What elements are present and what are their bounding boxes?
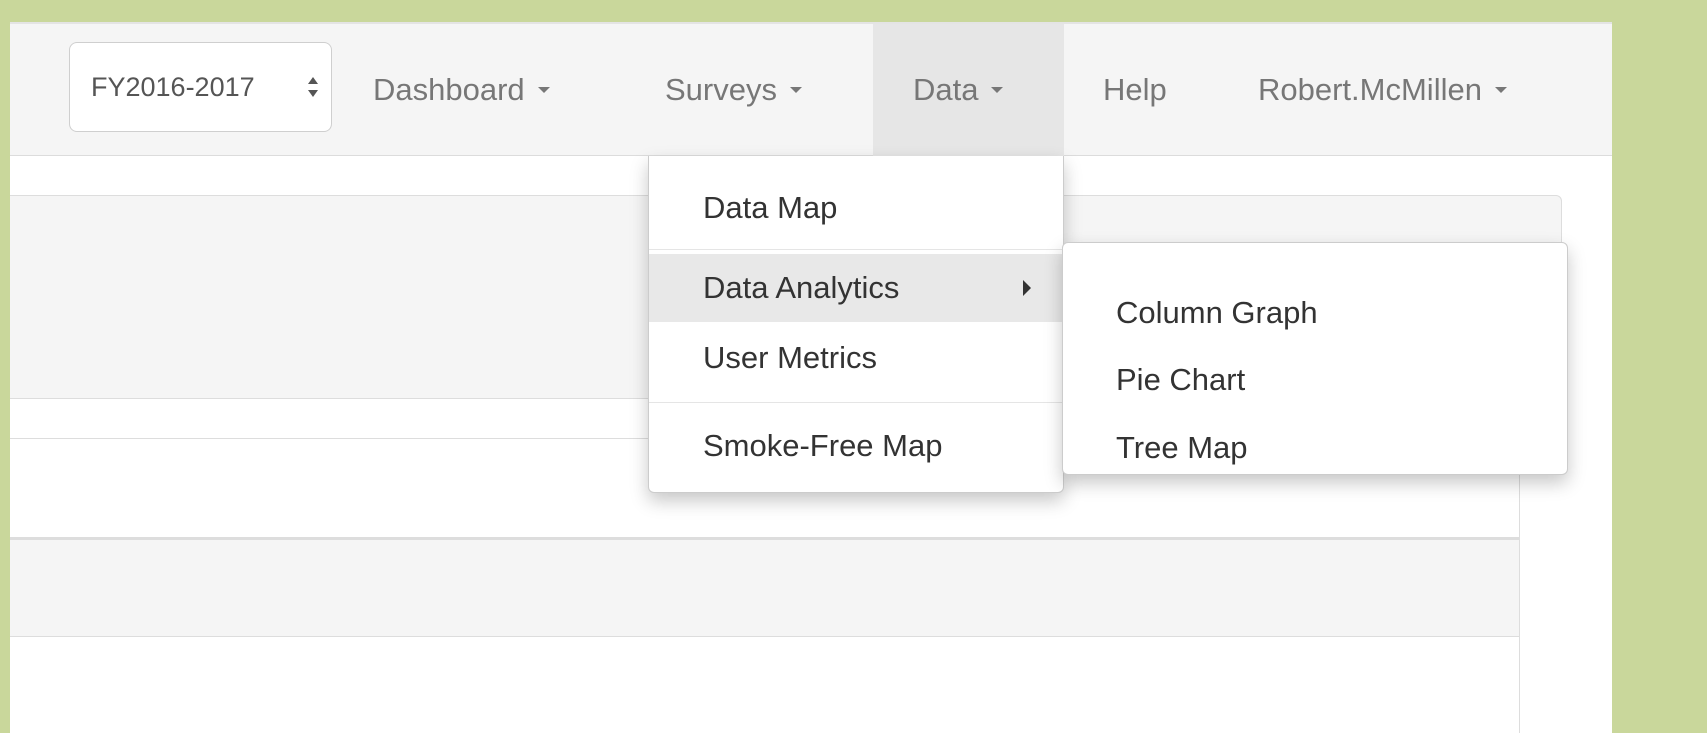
top-navbar: FY2016-2017 Dashboard Surveys Data Help … — [10, 22, 1612, 156]
caret-down-icon — [1494, 87, 1507, 93]
content-panel-subheader — [10, 537, 1519, 637]
data-dropdown-menu: Data Map Data Analytics User Metrics Smo… — [648, 156, 1064, 493]
nav-surveys-label: Surveys — [665, 72, 777, 107]
nav-help-label: Help — [1103, 72, 1167, 107]
menu-item-label: Smoke-Free Map — [703, 428, 943, 463]
fiscal-year-value: FY2016-2017 — [91, 71, 255, 102]
submenu-item-tree-map[interactable]: Tree Map — [1063, 417, 1567, 479]
nav-user-menu[interactable]: Robert.McMillen — [1258, 24, 1507, 156]
window-frame-top — [0, 0, 1707, 22]
menu-item-data-analytics[interactable]: Data Analytics — [649, 254, 1063, 322]
window-frame-left — [0, 0, 10, 733]
nav-user-label: Robert.McMillen — [1258, 72, 1482, 107]
menu-item-label: Data Map — [703, 190, 838, 225]
window-frame-right — [1612, 0, 1707, 733]
data-analytics-submenu: Column Graph Pie Chart Tree Map — [1062, 242, 1568, 475]
submenu-item-label: Column Graph — [1116, 295, 1318, 330]
nav-surveys[interactable]: Surveys — [665, 24, 802, 156]
menu-item-data-map[interactable]: Data Map — [649, 174, 1063, 242]
submenu-item-pie-chart[interactable]: Pie Chart — [1063, 349, 1567, 411]
nav-dashboard-label: Dashboard — [373, 72, 525, 107]
menu-item-smoke-free-map[interactable]: Smoke-Free Map — [649, 412, 1063, 480]
submenu-item-label: Tree Map — [1116, 430, 1248, 465]
caret-right-icon — [1023, 280, 1031, 296]
menu-divider — [649, 249, 1063, 250]
caret-down-icon — [537, 87, 550, 93]
caret-down-icon — [789, 87, 802, 93]
caret-down-icon — [991, 87, 1004, 93]
nav-data[interactable]: Data — [873, 24, 1064, 156]
submenu-item-label: Pie Chart — [1116, 362, 1246, 397]
nav-data-label: Data — [913, 72, 979, 107]
menu-divider — [649, 402, 1063, 403]
fiscal-year-select[interactable]: FY2016-2017 — [69, 42, 332, 132]
submenu-item-column-graph[interactable]: Column Graph — [1063, 282, 1567, 344]
page-viewport: FY2016-2017 Dashboard Surveys Data Help … — [10, 22, 1612, 733]
menu-item-user-metrics[interactable]: User Metrics — [649, 324, 1063, 392]
updown-arrows-icon — [308, 77, 318, 97]
menu-item-label: Data Analytics — [703, 270, 900, 305]
menu-item-label: User Metrics — [703, 340, 877, 375]
nav-dashboard[interactable]: Dashboard — [373, 24, 550, 156]
nav-help[interactable]: Help — [1103, 24, 1167, 156]
